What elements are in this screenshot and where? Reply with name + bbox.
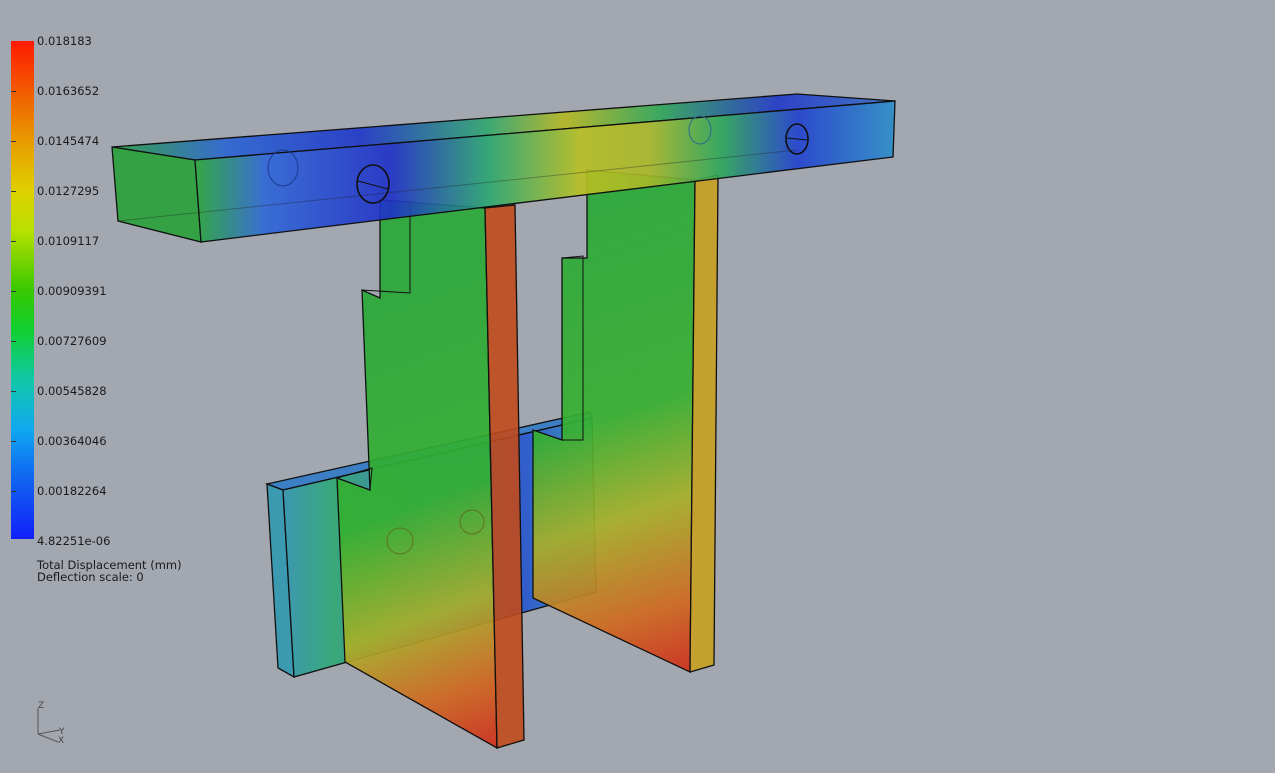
legend-tick-label: 0.00182264 <box>37 484 107 498</box>
x-axis-label: X <box>58 736 64 746</box>
color-scale-bar <box>11 41 34 539</box>
legend-tick-label: 0.0127295 <box>37 184 100 198</box>
legend-tick-mark <box>11 241 16 242</box>
legend-tick-label: 0.00364046 <box>37 434 107 448</box>
x-axis-line <box>37 733 59 743</box>
legend-tick-label: 4.82251e-06 <box>37 534 111 548</box>
legend-caption-scale: Deflection scale: 0 <box>37 570 144 584</box>
legend-tick-label: 0.0109117 <box>37 234 100 248</box>
legend-tick-label: 0.018183 <box>37 34 92 48</box>
legend-tick-label: 0.0145474 <box>37 134 100 148</box>
legend-tick-label: 0.00909391 <box>37 284 107 298</box>
legend-tick-label: 0.00727609 <box>37 334 107 348</box>
displacement-legend: 0.018183 0.0163652 0.0145474 0.0127295 0.010… <box>0 0 240 600</box>
legend-tick-mark <box>11 141 16 142</box>
axis-triad: Z Y X <box>37 701 65 746</box>
right-plate-edge <box>689 174 719 673</box>
y-axis-line <box>37 729 61 735</box>
legend-tick-mark <box>11 291 16 292</box>
legend-tick-mark <box>11 91 16 92</box>
legend-tick-label: 0.00545828 <box>37 384 107 398</box>
legend-tick-label: 0.0163652 <box>37 84 100 98</box>
legend-tick-mark <box>11 491 16 492</box>
legend-tick-mark <box>11 391 16 392</box>
legend-tick-mark <box>11 441 16 442</box>
z-axis-label: Z <box>38 701 44 711</box>
legend-tick-mark <box>11 191 16 192</box>
legend-tick-mark <box>11 341 16 342</box>
